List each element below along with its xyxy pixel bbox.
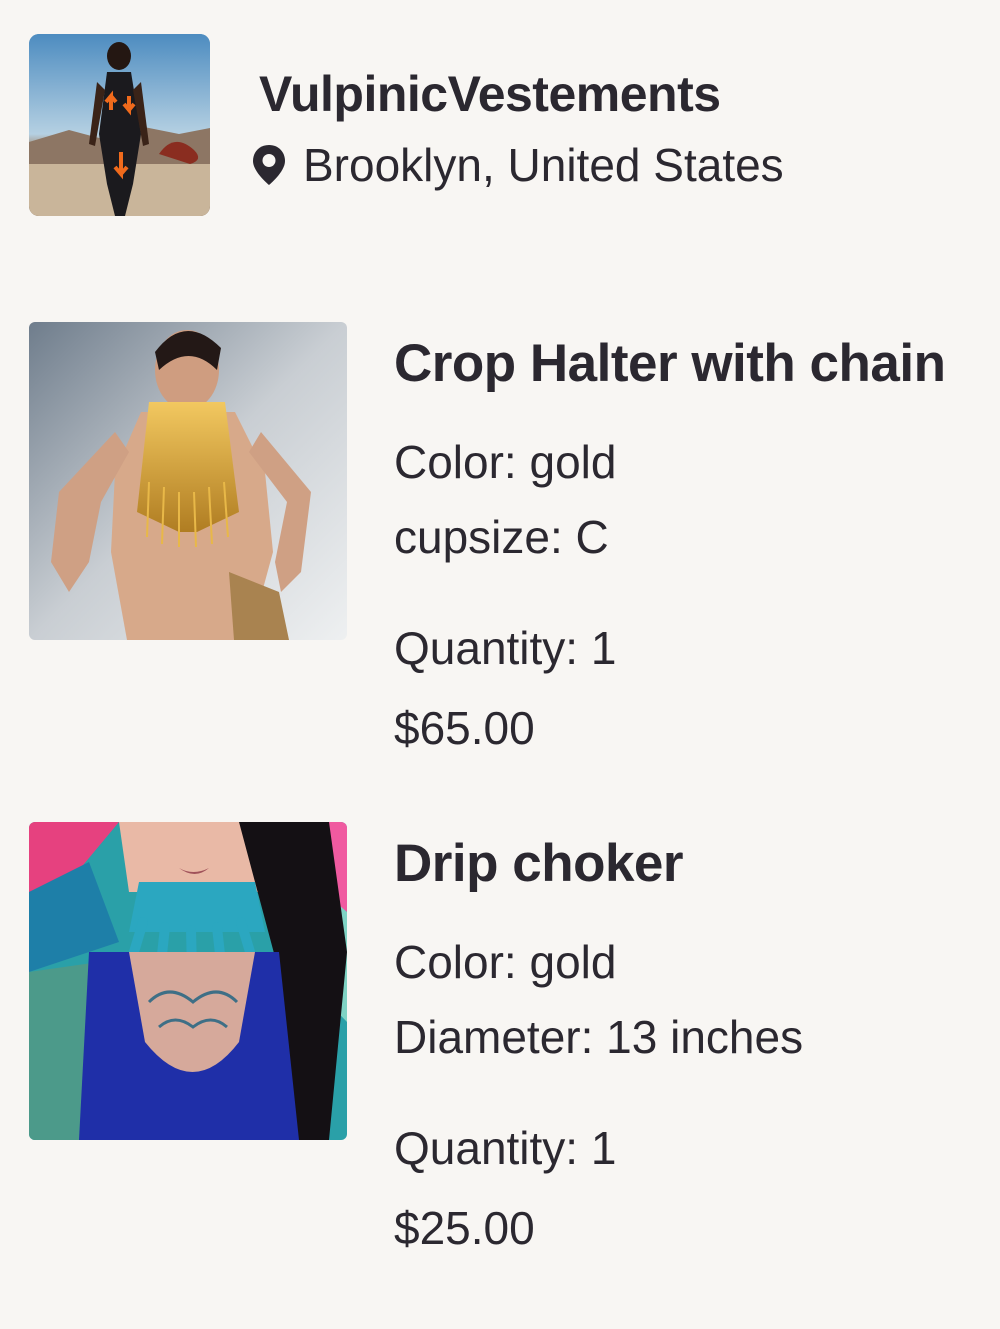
shop-header: VulpinicVestements Brooklyn, United Stat… (29, 34, 929, 216)
shop-avatar[interactable] (29, 34, 210, 216)
item-quantity: Quantity: 1 (394, 1122, 617, 1174)
item-price: $25.00 (394, 1202, 535, 1254)
map-pin-icon (249, 143, 289, 187)
order-item: Drip choker Color: gold Diameter: 13 inc… (29, 822, 999, 1254)
listing-photo (29, 822, 347, 1140)
order-item: Crop Halter with chain Color: gold cupsi… (29, 322, 999, 754)
item-quantity: Quantity: 1 (394, 622, 617, 674)
item-variation-color: Color: gold (394, 936, 617, 988)
shop-avatar-image (29, 34, 210, 216)
location-text: Brooklyn, United States (303, 139, 784, 191)
item-variation-cupsize: cupsize: C (394, 511, 609, 563)
item-photo[interactable] (29, 322, 347, 640)
item-variation-color: Color: gold (394, 436, 617, 488)
shop-location: Brooklyn, United States (249, 135, 784, 195)
item-price: $65.00 (394, 702, 535, 754)
item-variation-diameter: Diameter: 13 inches (394, 1011, 804, 1063)
item-photo[interactable] (29, 822, 347, 1140)
listing-photo (29, 322, 347, 640)
shop-name[interactable]: VulpinicVestements (259, 64, 721, 124)
item-title[interactable]: Drip choker (394, 832, 684, 896)
item-title[interactable]: Crop Halter with chain (394, 332, 946, 396)
